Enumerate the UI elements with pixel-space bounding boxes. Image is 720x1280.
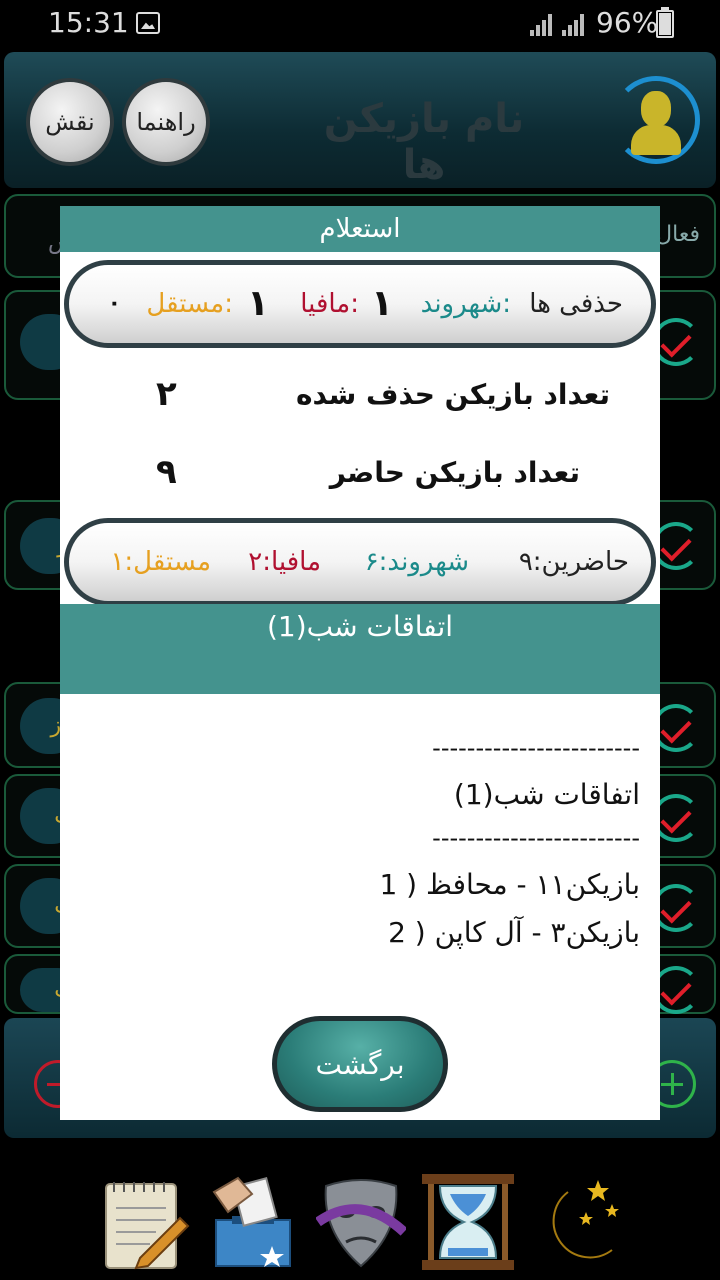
present-independent: مستقل:۱ [110,547,211,577]
active-label: فعال [656,222,700,247]
dialog-title: استعلام [60,206,660,252]
log-line: 1 ) بازیکن۱۱ - محافظ [379,868,640,901]
night-icon[interactable] [528,1172,619,1272]
player-avatar-icon[interactable] [612,76,700,164]
masks-icon[interactable] [315,1172,408,1272]
removed-citizen-label: شهروند: [420,289,511,319]
present-summary-pill: حاضرین:۹ شهروند:۶ مافیا:۲ مستقل:۱ [64,518,656,606]
inquiry-dialog: استعلام حذفی ها شهروند: ۱ مافیا: ۱ مستقل… [60,206,660,1120]
present-total: حاضرین:۹ [518,547,629,577]
removed-independent-value: ۰ [107,291,121,316]
log-heading: اتفاقات شب(1) [453,778,640,811]
battery-percent: 96% [596,6,659,39]
removed-mafia-label: مافیا: [300,289,359,319]
present-citizen: شهروند:۶ [364,547,469,577]
hourglass-icon[interactable] [418,1172,514,1272]
image-notification-icon [136,12,160,34]
status-time: 15:31 [48,6,129,39]
page-title: نام بازیکن ها [323,96,525,188]
log-separator: ------------------------ [432,734,640,762]
status-bar: 15:31 96% [0,0,720,48]
screen: 15:31 96% نام بازیکن ها نقش راهنما فعال … [0,0,720,1280]
log-separator: ------------------------ [432,824,640,852]
removed-label: حذفی ها [529,289,623,319]
present-mafia: مافیا:۲ [248,547,321,577]
present-count-label: تعداد بازیکن حاضر [329,456,580,489]
removed-count-value: ۲ [156,374,177,414]
removed-summary-pill: حذفی ها شهروند: ۱ مافیا: ۱ مستقل: ۰ [64,260,656,348]
signal-icon [528,12,554,36]
removed-independent-label: مستقل: [146,289,233,319]
removed-count-label: تعداد بازیکن حذف شده [296,378,610,411]
back-button[interactable]: برگشت [272,1016,448,1112]
removed-mafia-value: ۱ [247,283,269,324]
role-button[interactable]: نقش [26,78,114,166]
battery-icon [656,7,674,38]
night-events-header: اتفاقات شب(1) [60,604,660,694]
night-events-title: اتفاقات شب(1) [266,610,454,643]
log-line: 2 ) بازیکن۳ - آل کاپن [388,916,640,949]
vote-icon[interactable] [208,1172,298,1272]
signal-icon-2 [560,12,586,36]
removed-citizen-value: ۱ [371,283,393,324]
guide-button[interactable]: راهنما [122,78,210,166]
notes-icon[interactable] [100,1172,190,1272]
present-count-value: ۹ [156,452,177,492]
